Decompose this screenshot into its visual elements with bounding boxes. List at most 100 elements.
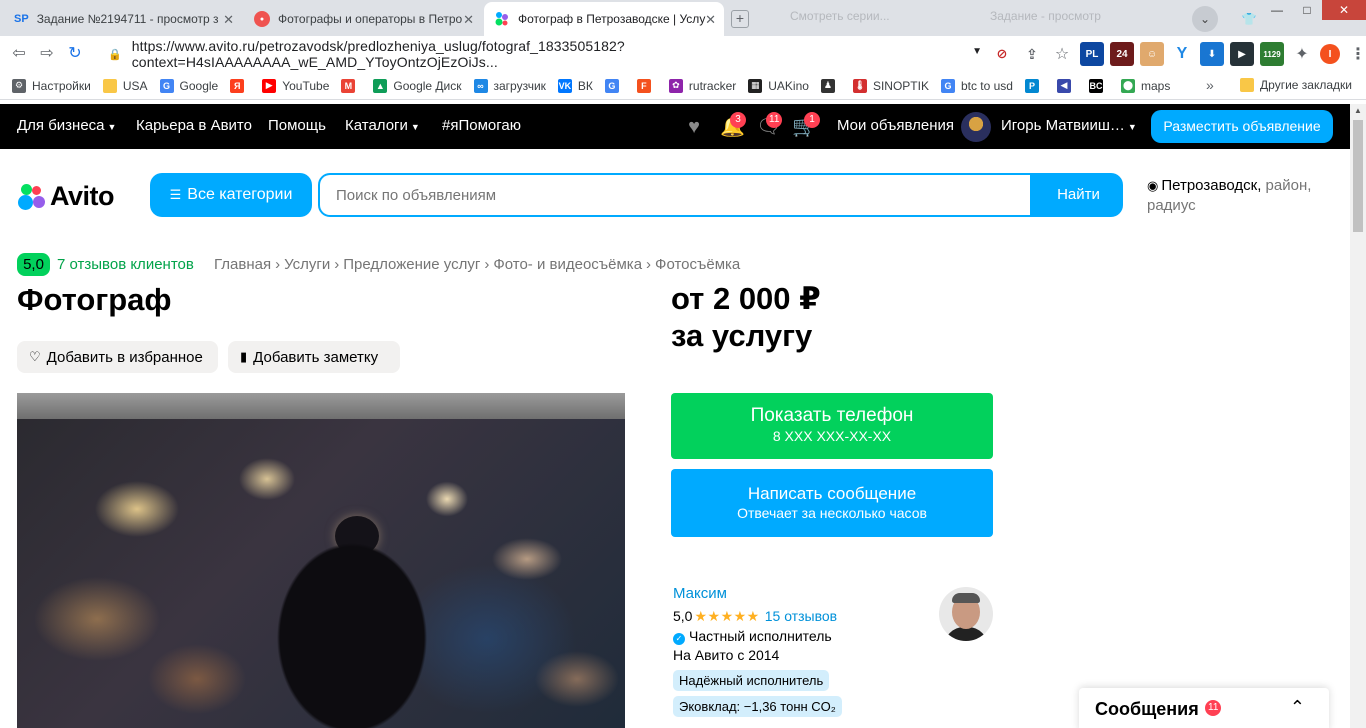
tab-close-icon[interactable]: ✕ (223, 12, 234, 28)
reload-button[interactable]: ↻ (62, 41, 88, 67)
extensions-puzzle-icon[interactable]: ✦ (1290, 42, 1314, 66)
nav-my-ads[interactable]: Мои объявления (837, 117, 954, 134)
avatar-hair (952, 593, 980, 603)
bookmark-item[interactable]: 🌡 SINOPTIK (852, 78, 929, 93)
extension-24-icon[interactable]: 24 (1110, 42, 1134, 66)
url-text[interactable]: https://www.avito.ru/petrozavodsk/predlo… (132, 38, 990, 70)
browser-menu-icon[interactable]: ⋮ (1346, 42, 1366, 66)
forward-button[interactable]: ⇨ (34, 41, 60, 67)
messages-panel[interactable]: Сообщения 11 ⌃ (1079, 688, 1329, 728)
add-favorite-button[interactable]: ♡ Добавить в избранное (17, 341, 218, 373)
extension-y-icon[interactable]: Y (1170, 42, 1194, 66)
bookmarks-overflow-icon[interactable]: » (1206, 77, 1214, 93)
bookmark-star-icon[interactable]: ☆ (1050, 42, 1074, 66)
reliable-seller-badge[interactable]: Надёжный исполнитель (673, 670, 830, 691)
page-scrollbar[interactable]: ▲ (1350, 104, 1366, 728)
nav-career[interactable]: Карьера в Авито (136, 117, 252, 134)
maximize-button[interactable]: □ (1292, 0, 1322, 20)
tab-close-icon[interactable]: ✕ (705, 12, 716, 28)
breadcrumb-home[interactable]: Главная (214, 256, 271, 273)
search-button[interactable]: Найти (1036, 175, 1121, 215)
show-phone-button[interactable]: Показать телефон 8 XXX XXX-XX-XX (671, 393, 993, 459)
bookmark-item[interactable]: M (341, 78, 361, 93)
bookmark-item[interactable]: ♟ (820, 78, 841, 93)
breadcrumb-photo[interactable]: Фотосъёмка (655, 256, 740, 273)
new-tab-button[interactable]: + (731, 10, 749, 28)
browser-tab-2[interactable]: ● Фотографы и операторы в Петро ✕ (244, 2, 482, 36)
bookmark-item[interactable]: F (636, 78, 657, 93)
bookmark-label: maps (1140, 78, 1171, 93)
profile-avatar-icon[interactable]: I (1320, 44, 1340, 64)
extension-pl-icon[interactable]: PL (1080, 42, 1104, 66)
seller-since: На Авито с 2014 (673, 647, 780, 663)
photo-gallery[interactable] (17, 393, 625, 728)
breadcrumb-services[interactable]: Услуги (284, 256, 330, 273)
chevron-up-icon[interactable]: ⌃ (1290, 697, 1305, 718)
breadcrumb-photo-video[interactable]: Фото- и видеосъёмка (493, 256, 642, 273)
lock-icon[interactable]: 🔒 (108, 48, 122, 61)
seller-name-link[interactable]: Максим (673, 585, 727, 602)
breadcrumb-service-offers[interactable]: Предложение услуг (343, 256, 480, 273)
scrollbar-thumb[interactable] (1353, 120, 1363, 232)
bookmark-item[interactable]: ⚙ Настройки (12, 78, 91, 93)
seller-reviews-link[interactable]: 15 отзывов (765, 608, 837, 624)
back-button[interactable]: ⇦ (6, 41, 32, 67)
write-message-button[interactable]: Написать сообщение Отвечает за несколько… (671, 469, 993, 537)
address-bar[interactable]: 🔒 https://www.avito.ru/petrozavodsk/pred… (100, 38, 990, 70)
bookmark-label: ВК (577, 78, 593, 93)
bookmark-item[interactable]: G Google (159, 78, 218, 93)
bookmark-item[interactable]: ∞ загрузчик (473, 78, 546, 93)
nav-user-menu[interactable]: Игорь Матвииш… ▼ (1001, 117, 1137, 134)
favorites-heart-icon[interactable]: ♥ (682, 115, 706, 139)
bookmark-item[interactable]: Я (230, 78, 250, 93)
extension-coin-icon[interactable]: 1129 (1260, 42, 1284, 66)
bookmark-label: Настройки (32, 78, 91, 93)
seller-rating-value: 5,0 (673, 608, 693, 624)
browser-profile-dropdown-icon[interactable]: ⌄ (1192, 6, 1218, 32)
avito-logo[interactable]: Avito (17, 181, 115, 212)
extension-play-icon[interactable]: ▶ (1230, 42, 1254, 66)
bookmark-item[interactable]: ▲ Google Диск (373, 78, 462, 93)
bookmark-item[interactable]: ⬤ maps (1120, 78, 1171, 93)
bookmark-item[interactable]: ▦ UAKino (748, 78, 809, 93)
extension-download-icon[interactable]: ⬇ (1200, 42, 1224, 66)
bookmark-item[interactable]: G (604, 78, 625, 93)
user-avatar[interactable] (961, 112, 991, 142)
all-categories-button[interactable]: ☰ Все категории (150, 173, 312, 217)
nav-help[interactable]: Помощь (268, 117, 326, 134)
bookmark-item[interactable]: USA (102, 78, 148, 93)
scroll-up-icon[interactable]: ▲ (1354, 106, 1362, 115)
bookmark-item[interactable]: ▶ YouTube (262, 78, 329, 93)
tab-close-icon[interactable]: ✕ (463, 12, 474, 28)
blocked-popup-icon[interactable]: ⊘ (990, 42, 1014, 66)
gallery-top-band (17, 393, 625, 419)
share-icon[interactable]: ⇪ (1020, 42, 1044, 66)
add-note-button[interactable]: ▮ Добавить заметку (228, 341, 400, 373)
search-input[interactable] (320, 175, 1030, 215)
tab-favicon-sp: SP (14, 13, 29, 25)
client-reviews-link[interactable]: 7 отзывов клиентов (57, 256, 194, 273)
bookmark-item[interactable]: VK ВК (557, 78, 593, 93)
bookmark-label: rutracker (688, 78, 737, 93)
shirt-icon[interactable]: 👕 (1236, 6, 1262, 32)
price: от 2 000 ₽ за услугу (671, 280, 821, 354)
other-bookmarks-folder[interactable]: Другие закладки (1240, 78, 1352, 92)
location-selector[interactable]: ◉ Петрозаводск, район, радиус (1147, 176, 1337, 216)
minimize-button[interactable]: — (1262, 0, 1292, 20)
place-ad-button[interactable]: Разместить объявление (1151, 110, 1333, 143)
bookmark-item[interactable]: Gbtc to usd (940, 78, 1013, 93)
bookmark-item[interactable]: BC (1088, 78, 1109, 93)
close-window-button[interactable]: ✕ (1322, 0, 1366, 20)
address-dropdown-icon[interactable]: ▼ (972, 46, 982, 57)
bookmark-item[interactable]: ✿ rutracker (668, 78, 737, 93)
browser-tab-1[interactable]: SP Задание №2194711 - просмотр з ✕ (4, 2, 242, 36)
browser-tab-3-active[interactable]: Фотограф в Петрозаводске | Услу ✕ (484, 2, 724, 36)
seller-avatar[interactable] (939, 587, 993, 641)
nav-help-hashtag[interactable]: #яПомогаю (442, 117, 521, 134)
bookmark-item[interactable]: ◀ (1056, 78, 1077, 93)
bookmark-item[interactable]: P (1024, 78, 1045, 93)
eco-contribution-badge[interactable]: Эковклад: −1,36 тонн CO₂ (673, 696, 842, 717)
nav-catalogs[interactable]: Каталоги ▼ (345, 117, 420, 134)
nav-for-business[interactable]: Для бизнеса ▼ (17, 117, 116, 134)
extension-face-icon[interactable]: ☺ (1140, 42, 1164, 66)
